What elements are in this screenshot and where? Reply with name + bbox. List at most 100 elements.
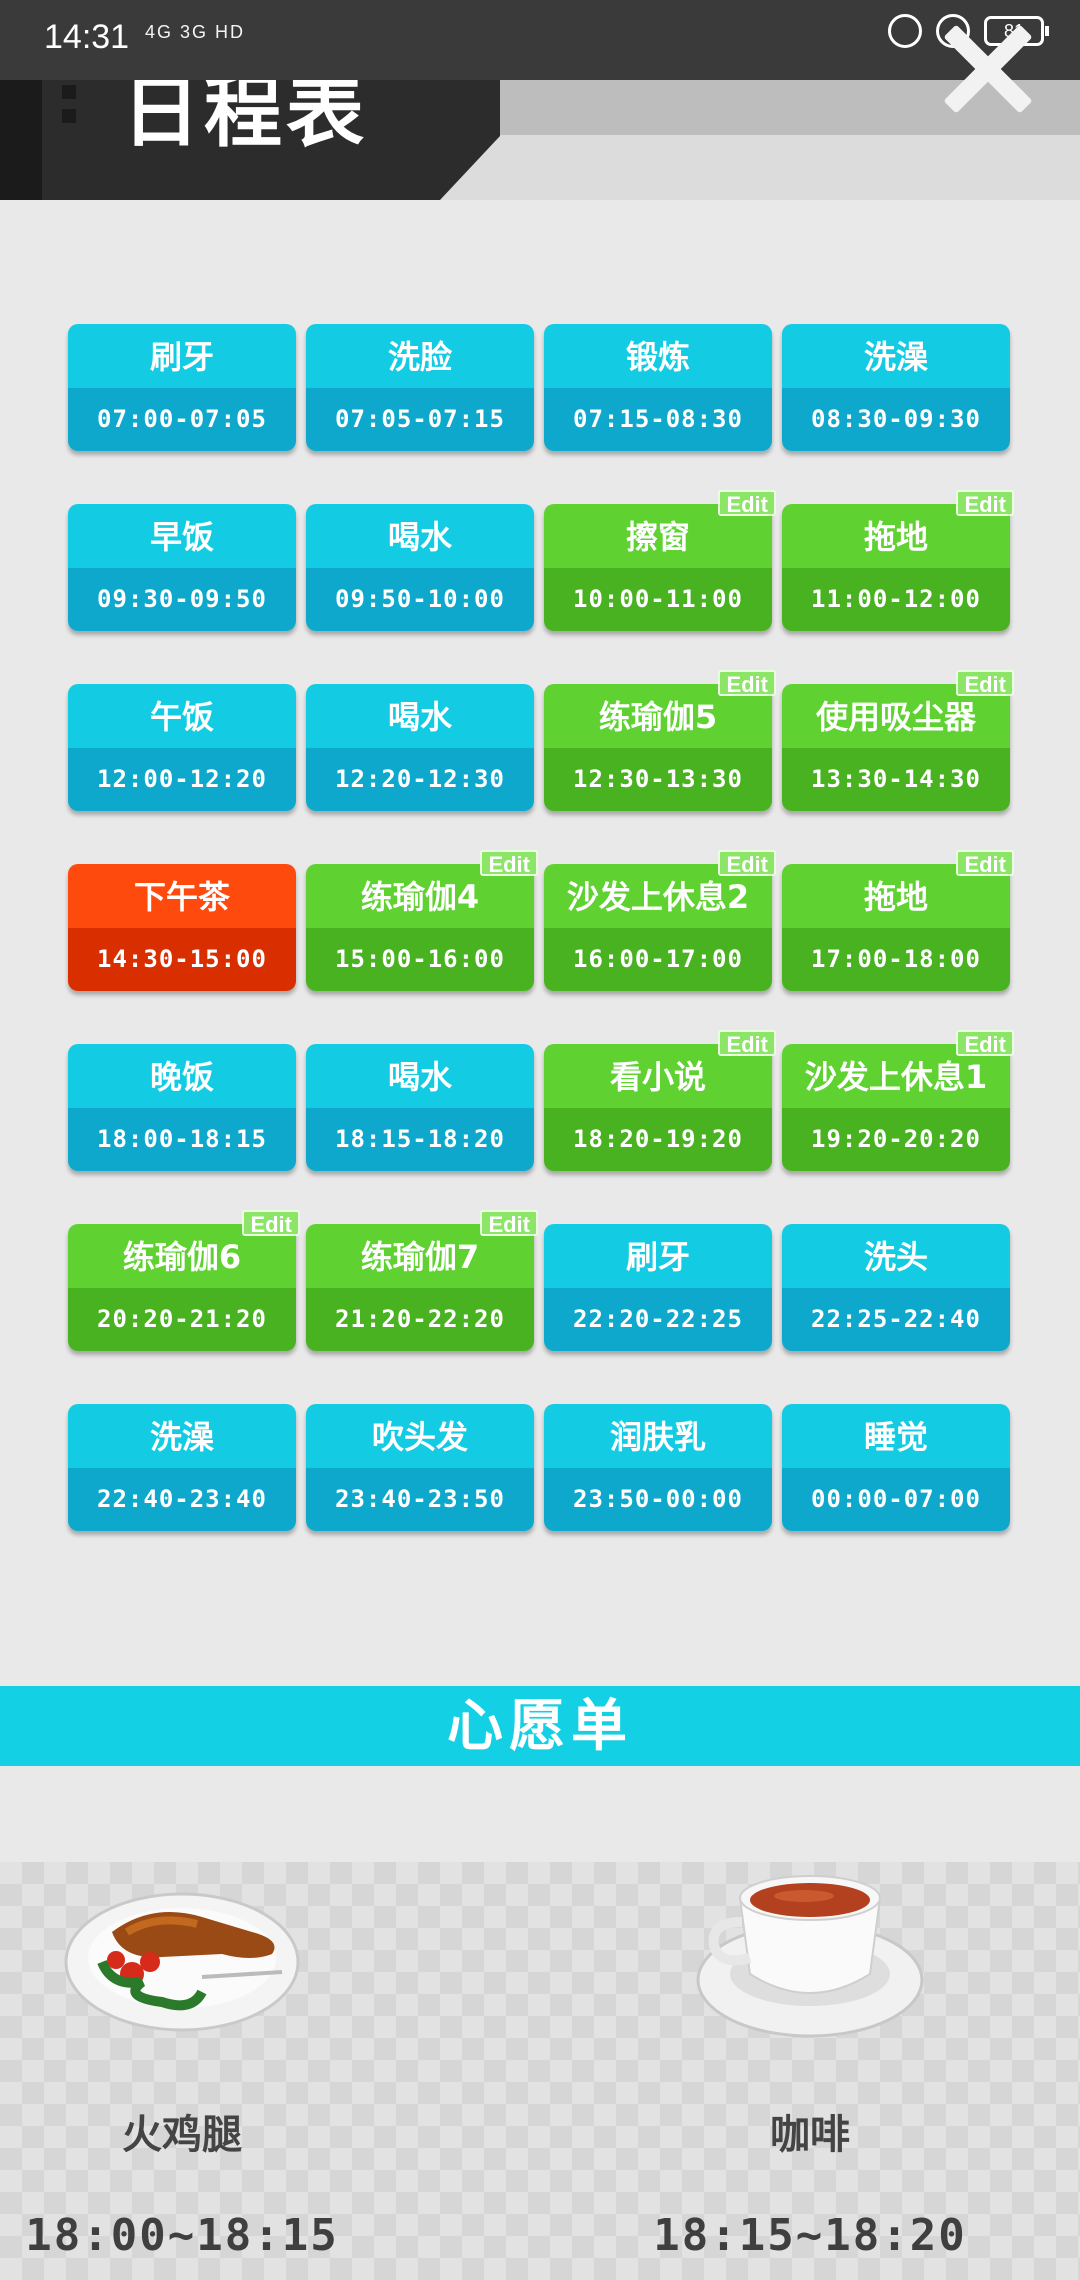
schedule-card[interactable]: 洗头 22:25-22:40 [782,1224,1010,1351]
schedule-card[interactable]: 洗脸 07:05-07:15 [306,324,534,451]
schedule-card-name: 晚饭 [68,1044,296,1108]
schedule-card[interactable]: 沙发上休息1 19:20-20:20 Edit [782,1030,1014,1171]
schedule-card-time: 15:00-16:00 [306,928,534,991]
schedule-card[interactable]: 午饭 12:00-12:20 [68,684,296,811]
schedule-card-time: 18:00-18:15 [68,1108,296,1171]
edit-button[interactable]: Edit [242,1210,300,1237]
schedule-card-time: 18:20-19:20 [544,1108,772,1171]
turkey-leg-icon [52,1862,312,2042]
edit-button[interactable]: Edit [956,670,1014,697]
schedule-card[interactable]: 早饭 09:30-09:50 [68,504,296,631]
schedule-card-name: 润肤乳 [544,1404,772,1468]
schedule-card[interactable]: 擦窗 10:00-11:00 Edit [544,490,776,631]
schedule-card-time: 08:30-09:30 [782,388,1010,451]
schedule-card-time: 20:20-21:20 [68,1288,296,1351]
schedule-card[interactable]: 看小说 18:20-19:20 Edit [544,1030,776,1171]
schedule-card[interactable]: 洗澡 08:30-09:30 [782,324,1010,451]
schedule-card-time: 22:25-22:40 [782,1288,1010,1351]
schedule-card[interactable]: 睡觉 00:00-07:00 [782,1404,1010,1531]
schedule-card-name: 刷牙 [544,1224,772,1288]
schedule-card-name: 午饭 [68,684,296,748]
schedule-card[interactable]: 洗澡 22:40-23:40 [68,1404,296,1531]
schedule-card[interactable]: 润肤乳 23:50-00:00 [544,1404,772,1531]
schedule-card-name: 喝水 [306,504,534,568]
schedule-card-name: 洗头 [782,1224,1010,1288]
wish-item[interactable]: 火鸡腿 18:00~18:15 [0,1862,382,2261]
wish-item-name: 火鸡腿 [122,2112,242,2158]
lock-icon [888,14,922,48]
edit-button[interactable]: Edit [718,490,776,517]
schedule-card-time: 12:20-12:30 [306,748,534,811]
schedule-card-name: 洗澡 [68,1404,296,1468]
schedule-card[interactable]: 刷牙 22:20-22:25 [544,1224,772,1351]
schedule-card-time: 12:00-12:20 [68,748,296,811]
schedule-card-time: 12:30-13:30 [544,748,772,811]
wish-item[interactable]: 咖啡 18:15~18:20 [610,1862,1010,2261]
schedule-card-time: 19:20-20:20 [782,1108,1010,1171]
schedule-card-time: 23:50-00:00 [544,1468,772,1531]
close-icon[interactable] [940,20,1036,116]
schedule-card-time: 17:00-18:00 [782,928,1010,991]
schedule-card-name: 早饭 [68,504,296,568]
edit-button[interactable]: Edit [480,1210,538,1237]
schedule-card-name: 刷牙 [68,324,296,388]
status-time: 14:31 [44,18,130,56]
wish-item-name: 咖啡 [770,2112,850,2158]
schedule-card-name: 洗澡 [782,324,1010,388]
schedule-card-time: 22:20-22:25 [544,1288,772,1351]
schedule-card-time: 14:30-15:00 [68,928,296,991]
edit-button[interactable]: Edit [718,670,776,697]
schedule-card-time: 18:15-18:20 [306,1108,534,1171]
coffee-cup-icon [680,1862,940,2042]
edit-button[interactable]: Edit [956,850,1014,877]
schedule-card[interactable]: 吹头发 23:40-23:50 [306,1404,534,1531]
wish-item-time: 18:00~18:15 [25,2210,339,2261]
schedule-card-time: 23:40-23:50 [306,1468,534,1531]
schedule-card-time: 16:00-17:00 [544,928,772,991]
schedule-card[interactable]: 练瑜伽6 20:20-21:20 Edit [68,1210,300,1351]
schedule-card[interactable]: 练瑜伽7 21:20-22:20 Edit [306,1210,538,1351]
schedule-card-name: 下午茶 [68,864,296,928]
schedule-card-name: 睡觉 [782,1404,1010,1468]
edit-button[interactable]: Edit [718,850,776,877]
schedule-card[interactable]: 喝水 18:15-18:20 [306,1044,534,1171]
schedule-card[interactable]: 沙发上休息2 16:00-17:00 Edit [544,850,776,991]
status-bar: 14:31 4G 3G HD 81 [0,0,1080,80]
wishlist-title: 心愿单 [0,1686,1080,1766]
schedule-card[interactable]: 拖地 11:00-12:00 Edit [782,490,1014,631]
schedule-card-time: 07:15-08:30 [544,388,772,451]
schedule-card[interactable]: 使用吸尘器 13:30-14:30 Edit [782,670,1014,811]
schedule-card[interactable]: 喝水 12:20-12:30 [306,684,534,811]
schedule-card[interactable]: 下午茶 14:30-15:00 [68,864,296,991]
header-dots [62,85,78,133]
schedule-card[interactable]: 喝水 09:50-10:00 [306,504,534,631]
schedule-grid: 刷牙 07:00-07:05 洗脸 07:05-07:15 锻炼 07:15-08:30 洗… [68,324,1014,1536]
schedule-card[interactable]: 练瑜伽4 15:00-16:00 Edit [306,850,538,991]
schedule-card[interactable]: 练瑜伽5 12:30-13:30 Edit [544,670,776,811]
schedule-card[interactable]: 晚饭 18:00-18:15 [68,1044,296,1171]
schedule-card-time: 21:20-22:20 [306,1288,534,1351]
edit-button[interactable]: Edit [956,490,1014,517]
wish-item-time: 18:15~18:20 [653,2210,967,2261]
schedule-card[interactable]: 拖地 17:00-18:00 Edit [782,850,1014,991]
wishlist-area: 火鸡腿 18:00~18:15 咖啡 18:15~18:20 [0,1862,1080,2280]
schedule-card-time: 13:30-14:30 [782,748,1010,811]
edit-button[interactable]: Edit [718,1030,776,1057]
schedule-card-time: 22:40-23:40 [68,1468,296,1531]
schedule-card[interactable]: 锻炼 07:15-08:30 [544,324,772,451]
schedule-card-time: 10:00-11:00 [544,568,772,631]
schedule-card-time: 09:30-09:50 [68,568,296,631]
schedule-card-name: 洗脸 [306,324,534,388]
schedule-card-time: 00:00-07:00 [782,1468,1010,1531]
schedule-card-time: 09:50-10:00 [306,568,534,631]
edit-button[interactable]: Edit [480,850,538,877]
schedule-card-name: 喝水 [306,1044,534,1108]
schedule-card-time: 07:00-07:05 [68,388,296,451]
schedule-card[interactable]: 刷牙 07:00-07:05 [68,324,296,451]
network-indicator: 4G 3G HD [145,22,246,42]
schedule-card-name: 喝水 [306,684,534,748]
schedule-card-time: 07:05-07:15 [306,388,534,451]
schedule-card-time: 11:00-12:00 [782,568,1010,631]
edit-button[interactable]: Edit [956,1030,1014,1057]
schedule-card-name: 锻炼 [544,324,772,388]
